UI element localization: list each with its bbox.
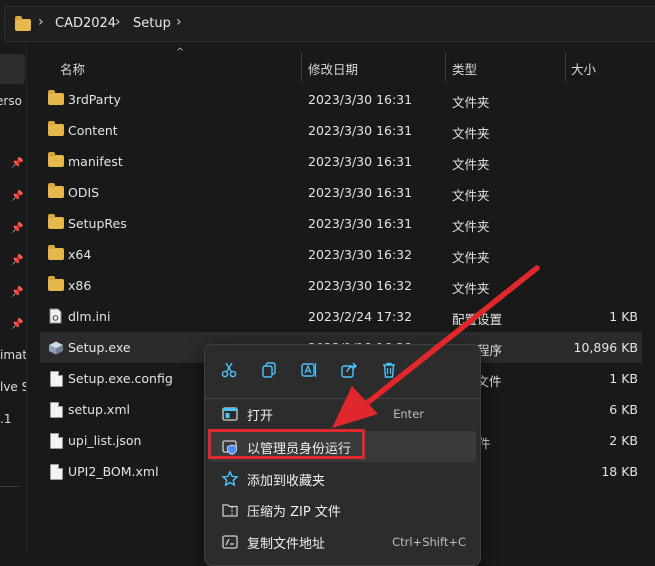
annotation-arrow	[332, 265, 540, 428]
